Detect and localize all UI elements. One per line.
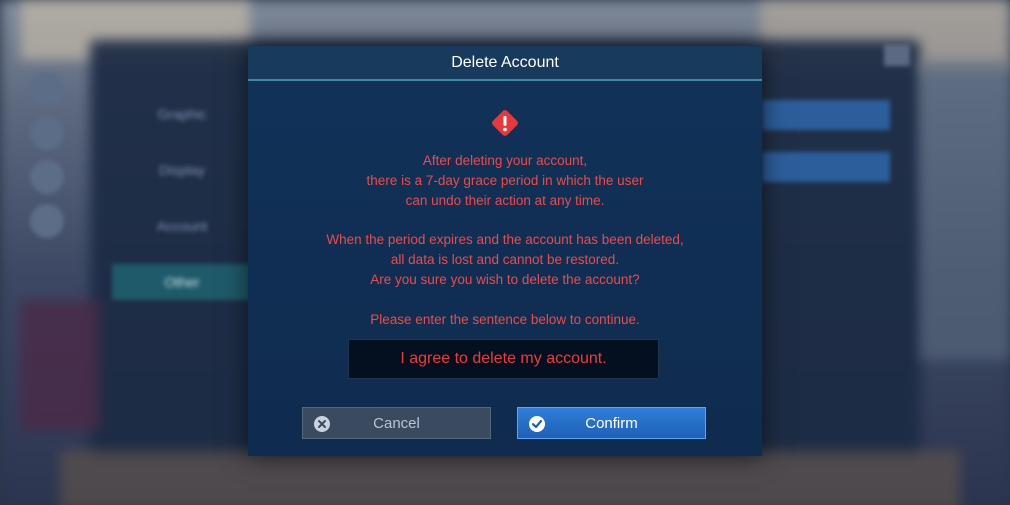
bg-round-button: [30, 204, 64, 238]
message-line: there is a 7-day grace period in which t…: [366, 173, 644, 188]
close-circle-icon: [314, 416, 330, 432]
bg-round-button: [30, 116, 64, 150]
message-line: After deleting your account,: [422, 153, 588, 168]
instruction-text: Please enter the sentence below to conti…: [370, 312, 640, 327]
bg-round-button: [30, 160, 64, 194]
warning-icon: [492, 110, 518, 136]
message-line: Are you sure you wish to delete the acco…: [370, 272, 640, 287]
message-line: can undo their action at any time.: [405, 193, 605, 208]
bg-round-button: [30, 72, 64, 106]
delete-account-dialog: Delete Account After deleting your accou…: [248, 46, 762, 456]
confirm-button[interactable]: Confirm: [517, 407, 706, 439]
bg-right-button: [762, 100, 890, 130]
check-circle-icon: [529, 416, 545, 432]
cancel-button[interactable]: Cancel: [302, 407, 491, 439]
bg-menu-item-graphic: Graphic: [157, 106, 207, 122]
bg-menu-item-other: Other: [112, 264, 252, 300]
bg-menu-item-display: Display: [159, 162, 205, 178]
confirm-label: Confirm: [585, 414, 638, 432]
dialog-header: Delete Account: [248, 46, 762, 81]
cancel-label: Cancel: [373, 414, 420, 432]
message-line: all data is lost and cannot be restored.: [390, 252, 620, 267]
dialog-title: Delete Account: [451, 53, 559, 71]
bg-menu-item-account: Account: [156, 218, 208, 234]
bg-right-button: [762, 152, 890, 182]
bg-close-button: [884, 44, 910, 66]
confirm-sentence-input[interactable]: I agree to delete my account.: [348, 339, 659, 379]
message-line: When the period expires and the account …: [326, 232, 684, 247]
confirm-sentence-text: I agree to delete my account.: [400, 350, 607, 367]
